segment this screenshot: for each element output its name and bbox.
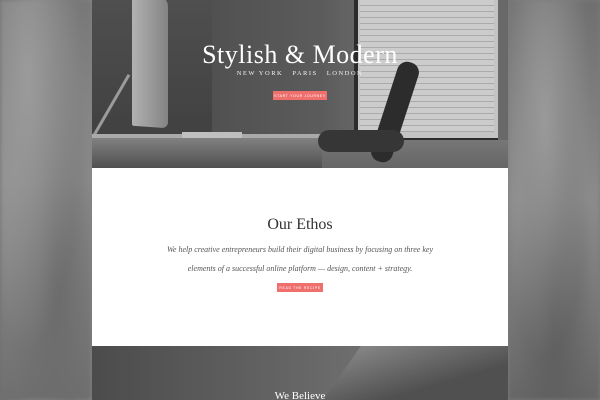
believe-title: We Believe <box>274 390 326 400</box>
read-recipe-button[interactable]: READ THE RECIPE <box>277 283 323 292</box>
backdrop-right <box>508 0 600 400</box>
website-page: Stylish & Modern NEW YORK PARIS LONDON S… <box>92 0 508 400</box>
start-journey-button[interactable]: START YOUR JOURNEY <box>273 91 327 100</box>
hero-cities: NEW YORK PARIS LONDON <box>92 70 508 77</box>
believe-section: We Believe <box>92 346 508 400</box>
hero-overlay <box>92 0 508 168</box>
city-london: LONDON <box>326 70 364 77</box>
hero-section: Stylish & Modern NEW YORK PARIS LONDON S… <box>92 0 508 168</box>
ethos-text: We help creative entrepreneurs build the… <box>166 245 433 273</box>
ethos-section: Our Ethos We help creative entrepreneurs… <box>92 168 508 346</box>
ethos-title: Our Ethos <box>267 216 333 233</box>
city-new-york: NEW YORK <box>236 70 284 77</box>
backdrop-left <box>0 0 92 400</box>
hero-title: Stylish & Modern <box>202 40 398 69</box>
city-paris: PARIS <box>292 70 318 77</box>
